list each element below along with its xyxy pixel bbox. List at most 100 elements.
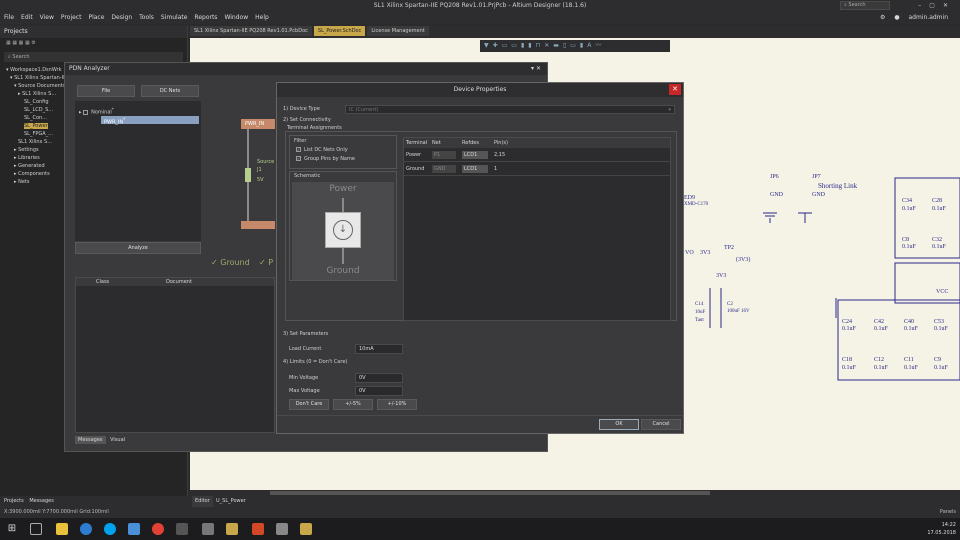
label-cap: 0.1uF: [902, 244, 917, 250]
menu-design[interactable]: Design: [111, 14, 132, 21]
net-pwr-in[interactable]: PWR_IN*: [101, 116, 199, 126]
menu-view[interactable]: View: [40, 14, 54, 21]
tab-visual[interactable]: Visual: [107, 436, 128, 444]
label-cap: 0.1uF: [874, 326, 889, 332]
source-voltage: 5V: [257, 177, 264, 183]
table-row[interactable]: Ground GND LCD1 1: [404, 162, 670, 176]
cancel-button[interactable]: Cancel: [641, 419, 681, 430]
label-cap: 0.1uF: [932, 244, 947, 250]
app-icon[interactable]: [128, 523, 140, 535]
label-xmd: XMD-C170: [684, 202, 709, 207]
label-cap: 0.1uF: [874, 365, 889, 371]
document-tabs: SL1 Xilinx Spartan-IIE PQ208 Rev1.01.Pcb…: [190, 26, 960, 38]
menu-edit[interactable]: Edit: [21, 14, 33, 21]
pdn-diagram: PWR_IN Source J1 5V ✓ Ground ✓ P: [207, 83, 277, 271]
label-c28: C28: [932, 198, 942, 204]
file-button[interactable]: File: [77, 85, 135, 97]
app-icon[interactable]: [202, 523, 214, 535]
altium-icon[interactable]: [300, 523, 312, 535]
projects-toolbar[interactable]: ▦ ▦ ▦ ▦ ⚙: [0, 38, 187, 50]
step-limits: 4) Limits (0 = Don't Care): [283, 359, 348, 365]
tab-messages[interactable]: Messages: [29, 498, 54, 504]
windows-start-icon[interactable]: ⊞: [6, 523, 18, 535]
list-dc-only-checkbox[interactable]: ✓ List DC Nets Only: [296, 147, 348, 153]
status-bar: X:3900.000mil Y:7700.000mil Grid:100mil …: [0, 507, 960, 518]
filter-group: Filter ✓ List DC Nets Only ✓ Group Pins by…: [289, 135, 397, 169]
user-icon[interactable]: ●: [894, 14, 899, 21]
label-c14: C14: [695, 302, 704, 307]
refdes-select[interactable]: LCD1: [462, 165, 488, 173]
label-cap: 0.1uF: [842, 365, 857, 371]
min-voltage-label: Min Voltage: [289, 375, 319, 381]
label-cap: 0.1uF: [904, 365, 919, 371]
pm10-button[interactable]: +/-10%: [377, 399, 417, 410]
pdn-title: PDN Analyzer ▾ ✕: [65, 63, 547, 75]
power-legend: ✓ P: [259, 258, 274, 267]
close-icon[interactable]: ▾ ✕: [531, 63, 541, 75]
menu-project[interactable]: Project: [61, 14, 82, 21]
ok-button[interactable]: OK: [599, 419, 639, 430]
tab-license[interactable]: License Management: [367, 26, 429, 36]
menu-tools[interactable]: Tools: [139, 14, 154, 21]
min-voltage-input[interactable]: 0V: [355, 373, 403, 383]
tab-projects[interactable]: Projects: [4, 498, 24, 504]
label-gnd: GND: [770, 192, 784, 198]
pm5-button[interactable]: +/-5%: [333, 399, 373, 410]
col-refdes: Refdes: [462, 140, 479, 146]
refdes-select[interactable]: LCD1: [462, 151, 488, 159]
skype-icon[interactable]: [104, 523, 116, 535]
search-input[interactable]: ⌕ Search: [840, 1, 890, 10]
table-row[interactable]: Power P1 LCD1 2,15: [404, 148, 670, 162]
altium-icon[interactable]: [226, 523, 238, 535]
gear-icon[interactable]: ⚙: [880, 14, 885, 21]
tab-messages[interactable]: Messages: [75, 436, 106, 444]
dont-care-button[interactable]: Don't Care: [289, 399, 329, 410]
search-icon: ⌕: [8, 54, 11, 60]
user-name[interactable]: admin.admin: [908, 14, 948, 21]
menu-window[interactable]: Window: [224, 14, 248, 21]
label-jp7: JP7: [812, 174, 821, 180]
menu-simulate[interactable]: Simulate: [161, 14, 188, 21]
app-icon[interactable]: [276, 523, 288, 535]
analyze-button[interactable]: Analyze: [75, 242, 201, 254]
task-view-icon[interactable]: [30, 523, 42, 535]
nominal-row[interactable]: ▸ Nominal*: [79, 107, 114, 116]
net-select[interactable]: P1: [432, 151, 456, 159]
max-voltage-input[interactable]: 0V: [355, 386, 403, 396]
browser-icon[interactable]: [80, 523, 92, 535]
menu-file[interactable]: File: [4, 14, 14, 21]
load-current-input[interactable]: 10mA: [355, 344, 403, 354]
label-jp6: JP6: [770, 174, 779, 180]
panels-button[interactable]: Panels: [940, 507, 956, 518]
projects-search[interactable]: ⌕ Search: [4, 52, 183, 62]
dc-nets-button[interactable]: DC Nets: [141, 85, 199, 97]
coordinates: X:3900.000mil Y:7700.000mil Grid:100mil: [4, 509, 109, 515]
group-pins-checkbox[interactable]: ✓ Group Pins by Name: [296, 156, 355, 162]
close-icon[interactable]: ✕: [669, 84, 681, 95]
ground-legend: ✓ Ground: [211, 258, 250, 267]
tab-editor[interactable]: Editor: [192, 496, 213, 507]
pwr-in-box: PWR_IN: [241, 119, 275, 129]
schematic-group: Schematic Power ↓ Ground: [289, 171, 397, 281]
max-voltage-label: Max Voltage: [289, 388, 320, 394]
powerpoint-icon[interactable]: [252, 523, 264, 535]
label-cap: 0.1uF: [934, 365, 949, 371]
step-connectivity: 2) Set Connectivity: [283, 117, 331, 123]
device-type-select[interactable]: IC (Current) ▾: [345, 105, 675, 114]
file-explorer-icon[interactable]: [56, 523, 68, 535]
window-controls[interactable]: –▢✕: [918, 0, 956, 11]
net-select[interactable]: GND: [432, 165, 456, 173]
tab-pcbdoc[interactable]: SL1 Xilinx Spartan-IIE PQ208 Rev1.01.Pcb…: [190, 26, 312, 36]
label-3v3-net: (3V3): [736, 256, 750, 263]
chrome-icon[interactable]: [152, 523, 164, 535]
tab-u-sl-power[interactable]: U_SL_Power: [216, 496, 246, 507]
clock: 14:22 17.05.2018: [927, 521, 956, 537]
menu-reports[interactable]: Reports: [194, 14, 217, 21]
tab-sl-power[interactable]: SL_Power.SchDoc: [313, 26, 366, 36]
label-c34: C34: [902, 198, 912, 204]
col-terminal: Terminal: [406, 140, 428, 146]
schematic-label: Schematic: [294, 173, 321, 179]
menu-help[interactable]: Help: [255, 14, 269, 21]
app-icon[interactable]: [176, 523, 188, 535]
menu-place[interactable]: Place: [88, 14, 104, 21]
